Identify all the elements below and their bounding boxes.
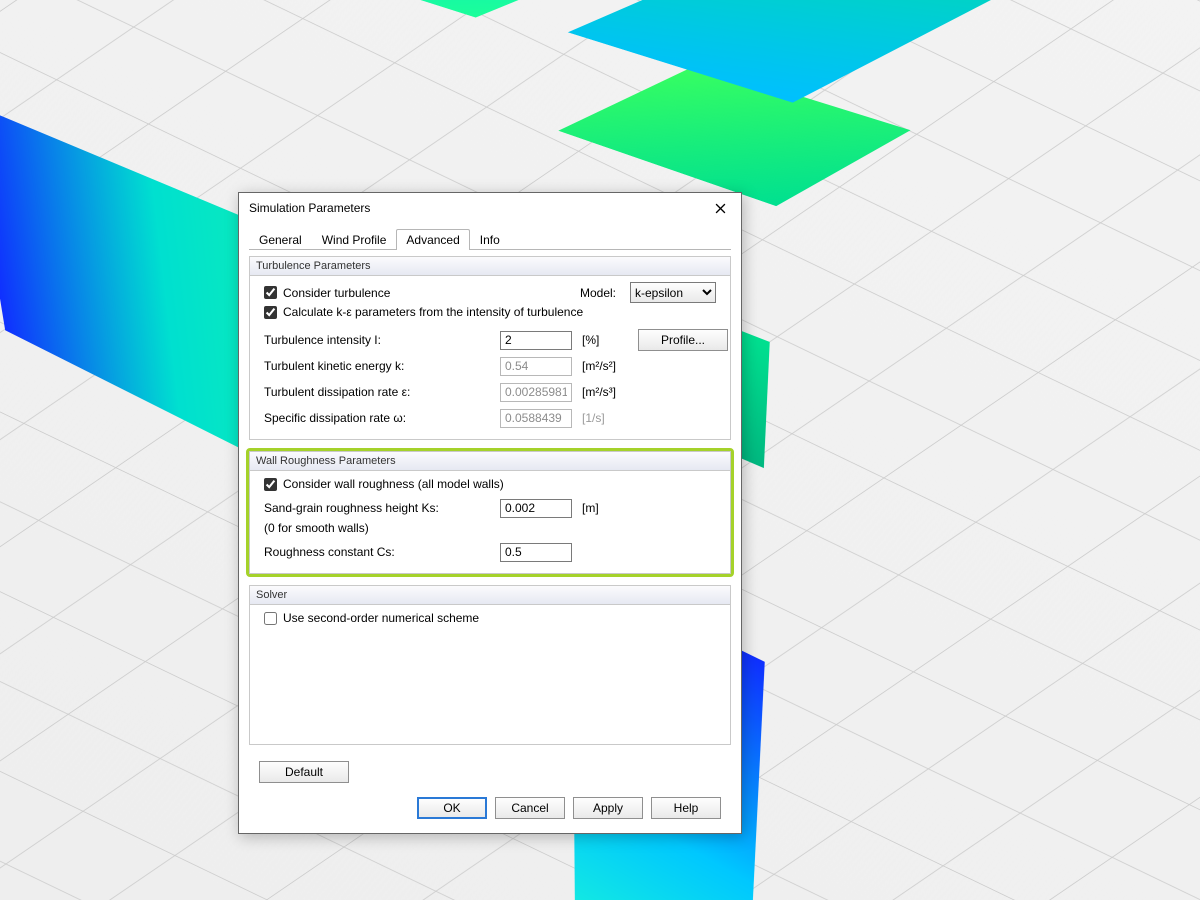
calc-keps-input[interactable] <box>264 306 277 319</box>
consider-turbulence-checkbox[interactable]: Consider turbulence <box>264 286 390 300</box>
close-button[interactable] <box>707 198 733 218</box>
model-select[interactable]: k-epsilon <box>630 282 716 303</box>
second-order-label: Use second-order numerical scheme <box>283 611 479 625</box>
tab-advanced[interactable]: Advanced <box>396 229 469 250</box>
group-wall-header: Wall Roughness Parameters <box>250 452 730 471</box>
cs-label: Roughness constant Cs: <box>264 545 494 559</box>
close-icon <box>715 203 726 214</box>
tab-wind-profile[interactable]: Wind Profile <box>312 229 397 250</box>
ks-unit: [m] <box>582 501 632 515</box>
ks-label: Sand-grain roughness height Ks: <box>264 501 494 515</box>
k-label: Turbulent kinetic energy k: <box>264 359 494 373</box>
omega-unit: [1/s] <box>582 411 632 425</box>
ks-sublabel: (0 for smooth walls) <box>264 521 494 535</box>
intensity-unit: [%] <box>582 333 632 347</box>
k-unit: [m²/s²] <box>582 359 632 373</box>
second-order-input[interactable] <box>264 612 277 625</box>
tabstrip: General Wind Profile Advanced Info <box>249 227 731 250</box>
intensity-label: Turbulence intensity I: <box>264 333 494 347</box>
group-turbulence-header: Turbulence Parameters <box>250 257 730 276</box>
apply-button[interactable]: Apply <box>573 797 643 819</box>
omega-input <box>500 409 572 428</box>
group-wall-roughness: Wall Roughness Parameters Consider wall … <box>249 451 731 574</box>
eps-input <box>500 383 572 402</box>
consider-wall-roughness-label: Consider wall roughness (all model walls… <box>283 477 504 491</box>
cs-input[interactable] <box>500 543 572 562</box>
group-solver-header: Solver <box>250 586 730 605</box>
intensity-input[interactable] <box>500 331 572 350</box>
group-solver: Solver Use second-order numerical scheme <box>249 585 731 745</box>
omega-label: Specific dissipation rate ω: <box>264 411 494 425</box>
profile-button[interactable]: Profile... <box>638 329 728 351</box>
calc-keps-checkbox[interactable]: Calculate k-ε parameters from the intens… <box>250 303 730 321</box>
consider-turbulence-label: Consider turbulence <box>283 286 390 300</box>
ks-input[interactable] <box>500 499 572 518</box>
eps-label: Turbulent dissipation rate ε: <box>264 385 494 399</box>
help-button[interactable]: Help <box>651 797 721 819</box>
ok-button[interactable]: OK <box>417 797 487 819</box>
default-button[interactable]: Default <box>259 761 349 783</box>
consider-turbulence-input[interactable] <box>264 286 277 299</box>
simulation-parameters-dialog: Simulation Parameters General Wind Profi… <box>238 192 742 834</box>
cancel-button[interactable]: Cancel <box>495 797 565 819</box>
dialog-titlebar[interactable]: Simulation Parameters <box>239 193 741 223</box>
wall-roughness-highlight: Wall Roughness Parameters Consider wall … <box>246 448 734 577</box>
k-input <box>500 357 572 376</box>
calc-keps-label: Calculate k-ε parameters from the intens… <box>283 305 583 319</box>
tab-info[interactable]: Info <box>470 229 510 250</box>
consider-wall-roughness-checkbox[interactable]: Consider wall roughness (all model walls… <box>250 471 730 493</box>
second-order-checkbox[interactable]: Use second-order numerical scheme <box>250 605 730 627</box>
consider-wall-roughness-input[interactable] <box>264 478 277 491</box>
dialog-title: Simulation Parameters <box>249 201 370 215</box>
eps-unit: [m²/s³] <box>582 385 632 399</box>
tab-general[interactable]: General <box>249 229 312 250</box>
model-label: Model: <box>580 286 616 300</box>
group-turbulence: Turbulence Parameters Consider turbulenc… <box>249 256 731 440</box>
